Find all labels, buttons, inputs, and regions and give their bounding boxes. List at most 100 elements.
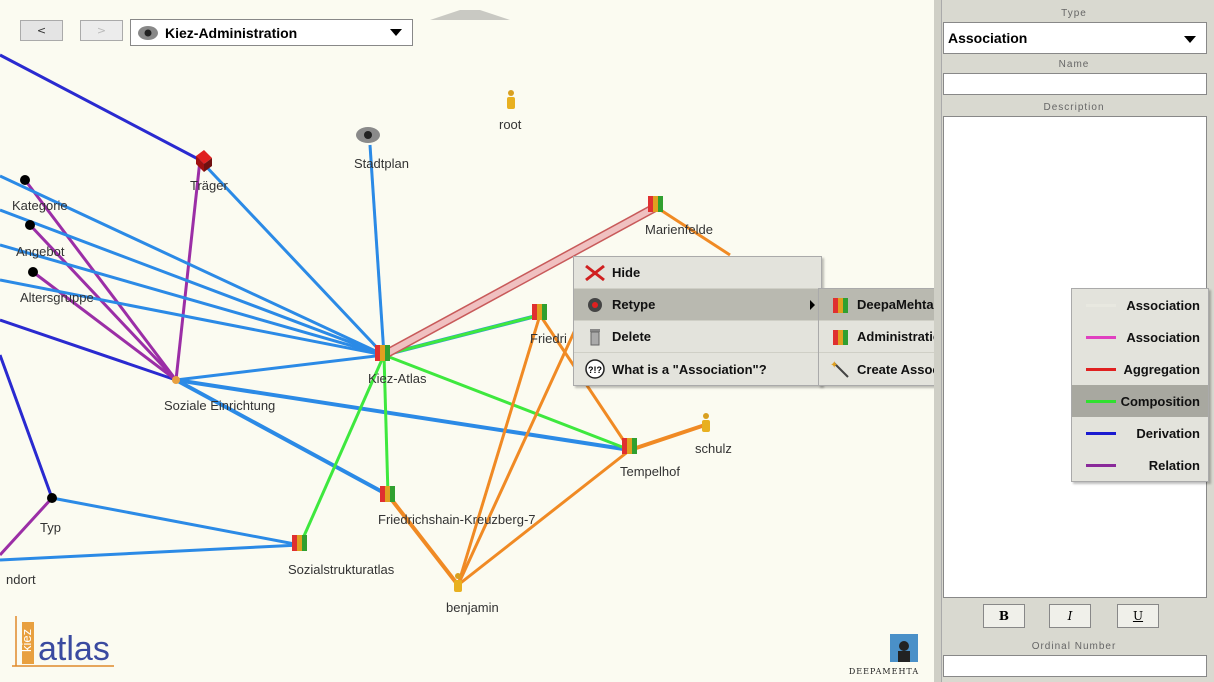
graph-canvas[interactable]: root Stadtplan Träger Kategorie Angebot …: [0, 0, 934, 682]
node-label-soziale-einrichtung[interactable]: Soziale Einrichtung: [164, 398, 275, 413]
people-icon[interactable]: [380, 486, 395, 502]
back-button[interactable]: <: [20, 20, 63, 41]
people-icon[interactable]: [532, 304, 547, 320]
description-label: Description: [1043, 102, 1105, 113]
trash-icon: [584, 326, 606, 348]
menu-label: Relation: [1148, 457, 1200, 473]
eye-icon: [135, 22, 161, 44]
node-label-root[interactable]: root: [499, 117, 521, 132]
user-icon[interactable]: [507, 90, 515, 109]
bold-button[interactable]: B: [983, 604, 1025, 628]
people-icon[interactable]: [648, 196, 663, 212]
edge[interactable]: [456, 314, 542, 586]
menu-item-retype[interactable]: Retype: [574, 289, 821, 321]
people-icon: [829, 294, 851, 316]
retype-icon: [584, 294, 606, 316]
menu-item-hide[interactable]: Hide: [574, 257, 821, 289]
edge[interactable]: [386, 493, 460, 587]
edge[interactable]: [368, 144, 386, 356]
kiez-logo-small-text: kiez: [19, 629, 34, 652]
hide-icon: [584, 262, 606, 284]
eye-icon[interactable]: [356, 127, 380, 143]
edge[interactable]: [383, 313, 541, 357]
edge[interactable]: [175, 353, 385, 382]
node-label-stadtplan[interactable]: Stadtplan: [354, 156, 409, 171]
swatch-icon: [1086, 368, 1116, 371]
user-icon[interactable]: [454, 573, 462, 592]
panel-splitter-handle[interactable]: [934, 0, 942, 682]
node-label-tempelhof[interactable]: Tempelhof: [620, 464, 680, 479]
menu-item-what-is[interactable]: ?!? What is a "Association"?: [574, 353, 821, 385]
retype-submenu: DeepaMehta Administration ✦ Create Assoc…: [818, 288, 934, 386]
people-icon[interactable]: [375, 345, 390, 361]
assoc-item-relation[interactable]: Relation: [1072, 449, 1208, 481]
edge[interactable]: [174, 159, 202, 381]
node-label-altersgruppe[interactable]: Altersgruppe: [20, 290, 94, 305]
menu-label: Delete: [612, 329, 652, 344]
type-select-dropdown[interactable]: Association: [943, 22, 1207, 54]
association-type-submenu: Association Association Aggregation Comp…: [1071, 288, 1209, 482]
menu-item-deepamehta[interactable]: DeepaMehta: [819, 289, 934, 321]
assoc-item-association[interactable]: Association: [1072, 289, 1208, 321]
node-label-typ[interactable]: Typ: [40, 520, 61, 535]
svg-text:✦: ✦: [830, 360, 838, 371]
node-kategorie-dot[interactable]: [20, 175, 30, 185]
menu-label: Retype: [612, 297, 656, 312]
italic-button[interactable]: I: [1049, 604, 1091, 628]
wand-icon: ✦: [829, 358, 851, 380]
menu-label: DeepaMehta: [857, 297, 934, 312]
people-icon[interactable]: [622, 438, 637, 454]
name-label: Name: [1058, 59, 1090, 70]
menu-label: Association: [1126, 329, 1200, 345]
node-label-benjamin[interactable]: benjamin: [446, 600, 499, 615]
node-soziale-dot[interactable]: [172, 376, 180, 384]
node-label-traeger[interactable]: Träger: [190, 178, 228, 193]
map-select-dropdown[interactable]: Kiez-Administration: [130, 19, 413, 46]
node-angebot-dot[interactable]: [25, 220, 35, 230]
user-icon[interactable]: [702, 413, 710, 432]
menu-item-administration[interactable]: Administration: [819, 321, 934, 353]
node-label-marienfelde[interactable]: Marienfelde: [645, 222, 713, 237]
menu-item-delete[interactable]: Delete: [574, 321, 821, 353]
swatch-icon: [1086, 304, 1116, 307]
assoc-item-derivation[interactable]: Derivation: [1072, 417, 1208, 449]
name-field[interactable]: [943, 73, 1207, 95]
forward-button[interactable]: >: [80, 20, 123, 41]
node-label-ndort[interactable]: ndort: [6, 572, 36, 587]
deepamehta-logo-text: DEEPAMEHTA: [848, 667, 920, 676]
node-label-sozialstrukturatlas[interactable]: Sozialstrukturatlas: [288, 562, 394, 577]
node-label-friedrichshain-kreuzberg[interactable]: Friedrichshain-Kreuzberg-7: [378, 512, 536, 527]
node-label-kategorie[interactable]: Kategorie: [12, 198, 68, 213]
type-label: Type: [1061, 8, 1087, 19]
swatch-icon: [1086, 464, 1116, 467]
edge[interactable]: [0, 354, 54, 499]
chevron-down-icon: [390, 29, 402, 36]
collapse-tab[interactable]: [420, 10, 520, 20]
edge[interactable]: [629, 423, 706, 452]
ordinal-number-field[interactable]: [943, 655, 1207, 677]
assoc-item-composition[interactable]: Composition: [1072, 385, 1208, 417]
node-label-angebot[interactable]: Angebot: [16, 244, 64, 259]
assoc-item-association-pink[interactable]: Association: [1072, 321, 1208, 353]
ordinal-number-label: Ordinal Number: [1031, 641, 1117, 652]
node-label-kiez-atlas[interactable]: Kiez-Atlas: [368, 371, 427, 386]
node-label-friedri[interactable]: Friedri: [530, 331, 567, 346]
help-icon: ?!?: [584, 358, 606, 380]
people-icon[interactable]: [292, 535, 307, 551]
chevron-right-icon: [810, 300, 815, 310]
edge[interactable]: [0, 543, 301, 562]
node-altersgruppe-dot[interactable]: [28, 267, 38, 277]
type-value: Association: [948, 30, 1028, 46]
edge[interactable]: [51, 496, 301, 547]
kiez-logo-big-text: atlas: [38, 630, 110, 668]
node-typ-dot[interactable]: [47, 493, 57, 503]
menu-item-create-association-type[interactable]: ✦ Create Association Type ...: [819, 353, 934, 385]
underline-button[interactable]: U: [1117, 604, 1159, 628]
edge[interactable]: [456, 329, 577, 586]
deepamehta-logo: DEEPAMEHTA: [838, 634, 930, 676]
chevron-down-icon: [1184, 36, 1196, 43]
edge[interactable]: [0, 53, 201, 162]
assoc-item-aggregation[interactable]: Aggregation: [1072, 353, 1208, 385]
node-label-schulz[interactable]: schulz: [695, 441, 732, 456]
menu-label: Composition: [1120, 393, 1200, 409]
